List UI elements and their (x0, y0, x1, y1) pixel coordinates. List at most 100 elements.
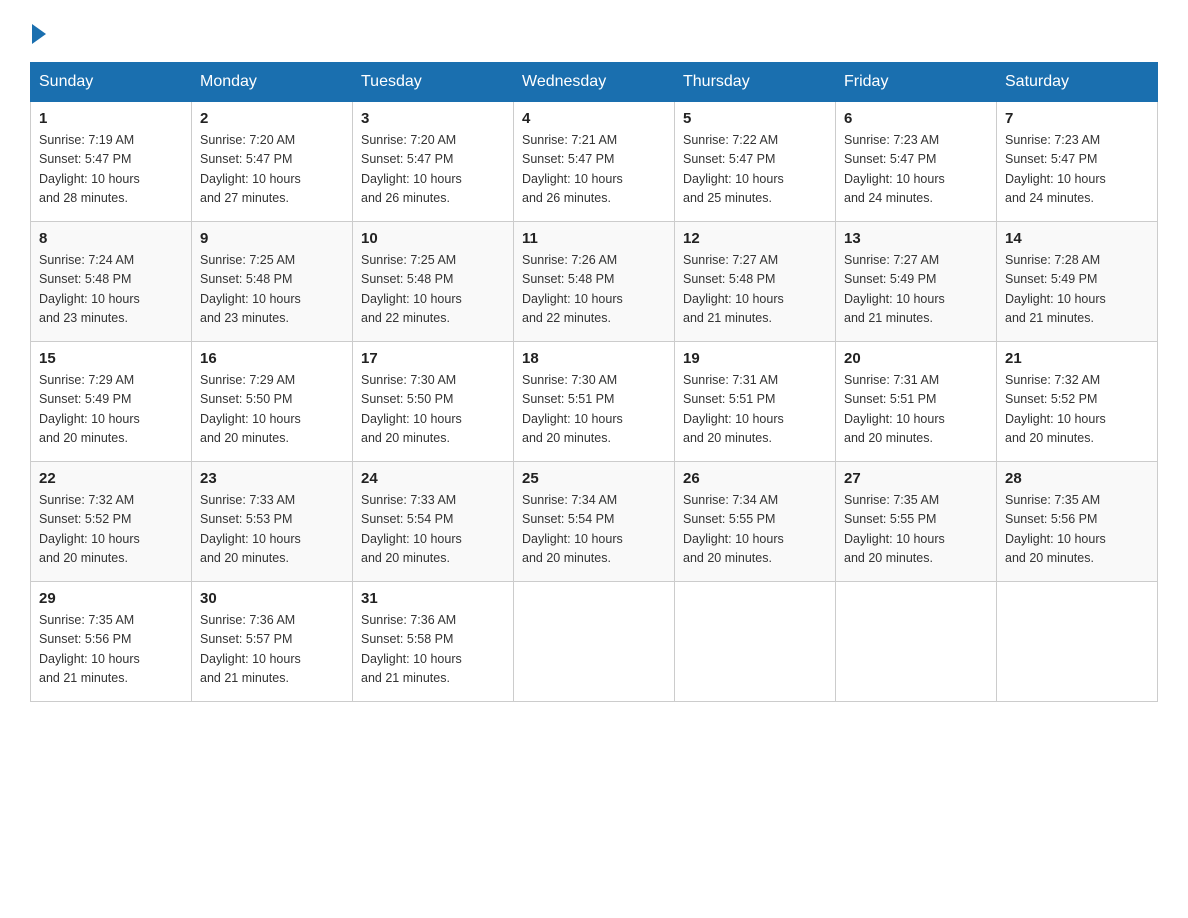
calendar-cell: 20Sunrise: 7:31 AMSunset: 5:51 PMDayligh… (836, 342, 997, 462)
calendar-cell: 19 Sunrise: 7:31 AMSunset: 5:51 PMDayligh… (675, 342, 836, 462)
calendar-cell: 12 Sunrise: 7:27 AMSunset: 5:48 PMDayligh… (675, 222, 836, 342)
day-number: 22 (39, 470, 183, 487)
day-number: 15 (39, 350, 183, 367)
calendar-table: SundayMondayTuesdayWednesdayThursdayFrid… (30, 62, 1158, 702)
calendar-cell: 5 Sunrise: 7:22 AMSunset: 5:47 PMDaylight… (675, 102, 836, 222)
header-sunday: Sunday (31, 63, 192, 102)
day-number: 19 (683, 350, 827, 367)
day-info: Sunrise: 7:36 AMSunset: 5:58 PMDaylight:… (361, 613, 462, 685)
calendar-cell: 6 Sunrise: 7:23 AMSunset: 5:47 PMDaylight… (836, 102, 997, 222)
day-info: Sunrise: 7:26 AMSunset: 5:48 PMDaylight:… (522, 253, 623, 325)
calendar-cell: 25 Sunrise: 7:34 AMSunset: 5:54 PMDayligh… (514, 462, 675, 582)
day-info: Sunrise: 7:30 AMSunset: 5:51 PMDaylight:… (522, 373, 623, 445)
calendar-cell (997, 582, 1158, 702)
day-info: Sunrise: 7:34 AMSunset: 5:55 PMDaylight:… (683, 493, 784, 565)
day-info: Sunrise: 7:34 AMSunset: 5:54 PMDaylight:… (522, 493, 623, 565)
calendar-cell: 22 Sunrise: 7:32 AMSunset: 5:52 PMDayligh… (31, 462, 192, 582)
calendar-cell: 9Sunrise: 7:25 AMSunset: 5:48 PMDaylight… (192, 222, 353, 342)
day-number: 14 (1005, 230, 1149, 247)
day-info: Sunrise: 7:30 AMSunset: 5:50 PMDaylight:… (361, 373, 462, 445)
calendar-cell: 10 Sunrise: 7:25 AMSunset: 5:48 PMDayligh… (353, 222, 514, 342)
day-number: 2 (200, 110, 344, 127)
day-info: Sunrise: 7:25 AMSunset: 5:48 PMDaylight:… (361, 253, 462, 325)
day-info: Sunrise: 7:22 AMSunset: 5:47 PMDaylight:… (683, 133, 784, 205)
day-number: 28 (1005, 470, 1149, 487)
calendar-cell: 23Sunrise: 7:33 AMSunset: 5:53 PMDayligh… (192, 462, 353, 582)
calendar-cell: 3Sunrise: 7:20 AMSunset: 5:47 PMDaylight… (353, 102, 514, 222)
day-info: Sunrise: 7:29 AMSunset: 5:49 PMDaylight:… (39, 373, 140, 445)
calendar-cell: 13Sunrise: 7:27 AMSunset: 5:49 PMDayligh… (836, 222, 997, 342)
calendar-cell: 15 Sunrise: 7:29 AMSunset: 5:49 PMDayligh… (31, 342, 192, 462)
day-number: 29 (39, 590, 183, 607)
calendar-cell: 18Sunrise: 7:30 AMSunset: 5:51 PMDayligh… (514, 342, 675, 462)
calendar-cell: 21 Sunrise: 7:32 AMSunset: 5:52 PMDayligh… (997, 342, 1158, 462)
day-info: Sunrise: 7:25 AMSunset: 5:48 PMDaylight:… (200, 253, 301, 325)
logo (30, 20, 46, 44)
day-info: Sunrise: 7:24 AMSunset: 5:48 PMDaylight:… (39, 253, 140, 325)
header-saturday: Saturday (997, 63, 1158, 102)
calendar-cell: 28 Sunrise: 7:35 AMSunset: 5:56 PMDayligh… (997, 462, 1158, 582)
calendar-cell: 14 Sunrise: 7:28 AMSunset: 5:49 PMDayligh… (997, 222, 1158, 342)
day-number: 13 (844, 230, 988, 247)
calendar-cell: 1Sunrise: 7:19 AMSunset: 5:47 PMDaylight… (31, 102, 192, 222)
day-info: Sunrise: 7:35 AMSunset: 5:56 PMDaylight:… (1005, 493, 1106, 565)
day-info: Sunrise: 7:19 AMSunset: 5:47 PMDaylight:… (39, 133, 140, 205)
header-monday: Monday (192, 63, 353, 102)
day-number: 7 (1005, 110, 1149, 127)
calendar-cell: 2Sunrise: 7:20 AMSunset: 5:47 PMDaylight… (192, 102, 353, 222)
calendar-cell: 17 Sunrise: 7:30 AMSunset: 5:50 PMDayligh… (353, 342, 514, 462)
day-number: 17 (361, 350, 505, 367)
day-number: 4 (522, 110, 666, 127)
day-number: 25 (522, 470, 666, 487)
header-wednesday: Wednesday (514, 63, 675, 102)
day-number: 31 (361, 590, 505, 607)
day-info: Sunrise: 7:33 AMSunset: 5:54 PMDaylight:… (361, 493, 462, 565)
calendar-cell: 4 Sunrise: 7:21 AMSunset: 5:47 PMDaylight… (514, 102, 675, 222)
calendar-cell: 16 Sunrise: 7:29 AMSunset: 5:50 PMDayligh… (192, 342, 353, 462)
day-info: Sunrise: 7:35 AMSunset: 5:55 PMDaylight:… (844, 493, 945, 565)
day-number: 5 (683, 110, 827, 127)
day-info: Sunrise: 7:32 AMSunset: 5:52 PMDaylight:… (39, 493, 140, 565)
day-number: 26 (683, 470, 827, 487)
header-tuesday: Tuesday (353, 63, 514, 102)
calendar-cell (514, 582, 675, 702)
day-info: Sunrise: 7:29 AMSunset: 5:50 PMDaylight:… (200, 373, 301, 445)
day-info: Sunrise: 7:20 AMSunset: 5:47 PMDaylight:… (361, 133, 462, 205)
day-number: 21 (1005, 350, 1149, 367)
calendar-cell: 31 Sunrise: 7:36 AMSunset: 5:58 PMDayligh… (353, 582, 514, 702)
day-number: 24 (361, 470, 505, 487)
day-info: Sunrise: 7:23 AMSunset: 5:47 PMDaylight:… (1005, 133, 1106, 205)
day-number: 10 (361, 230, 505, 247)
day-info: Sunrise: 7:32 AMSunset: 5:52 PMDaylight:… (1005, 373, 1106, 445)
calendar-cell: 8 Sunrise: 7:24 AMSunset: 5:48 PMDaylight… (31, 222, 192, 342)
calendar-week-row: 1Sunrise: 7:19 AMSunset: 5:47 PMDaylight… (31, 102, 1158, 222)
day-info: Sunrise: 7:21 AMSunset: 5:47 PMDaylight:… (522, 133, 623, 205)
day-info: Sunrise: 7:31 AMSunset: 5:51 PMDaylight:… (683, 373, 784, 445)
day-number: 12 (683, 230, 827, 247)
day-info: Sunrise: 7:36 AMSunset: 5:57 PMDaylight:… (200, 613, 301, 685)
day-info: Sunrise: 7:35 AMSunset: 5:56 PMDaylight:… (39, 613, 140, 685)
calendar-week-row: 22 Sunrise: 7:32 AMSunset: 5:52 PMDayligh… (31, 462, 1158, 582)
calendar-header-row: SundayMondayTuesdayWednesdayThursdayFrid… (31, 63, 1158, 102)
day-info: Sunrise: 7:28 AMSunset: 5:49 PMDaylight:… (1005, 253, 1106, 325)
calendar-cell (675, 582, 836, 702)
header-thursday: Thursday (675, 63, 836, 102)
day-info: Sunrise: 7:33 AMSunset: 5:53 PMDaylight:… (200, 493, 301, 565)
calendar-cell: 27 Sunrise: 7:35 AMSunset: 5:55 PMDayligh… (836, 462, 997, 582)
day-info: Sunrise: 7:27 AMSunset: 5:48 PMDaylight:… (683, 253, 784, 325)
calendar-week-row: 29 Sunrise: 7:35 AMSunset: 5:56 PMDayligh… (31, 582, 1158, 702)
day-number: 16 (200, 350, 344, 367)
calendar-cell: 30Sunrise: 7:36 AMSunset: 5:57 PMDayligh… (192, 582, 353, 702)
calendar-cell: 26 Sunrise: 7:34 AMSunset: 5:55 PMDayligh… (675, 462, 836, 582)
calendar-cell: 24 Sunrise: 7:33 AMSunset: 5:54 PMDayligh… (353, 462, 514, 582)
logo-arrow-icon (32, 24, 46, 44)
day-info: Sunrise: 7:23 AMSunset: 5:47 PMDaylight:… (844, 133, 945, 205)
calendar-week-row: 15 Sunrise: 7:29 AMSunset: 5:49 PMDayligh… (31, 342, 1158, 462)
header-friday: Friday (836, 63, 997, 102)
day-number: 27 (844, 470, 988, 487)
day-info: Sunrise: 7:31 AMSunset: 5:51 PMDaylight:… (844, 373, 945, 445)
day-number: 8 (39, 230, 183, 247)
day-number: 6 (844, 110, 988, 127)
day-number: 11 (522, 230, 666, 247)
calendar-cell: 29 Sunrise: 7:35 AMSunset: 5:56 PMDayligh… (31, 582, 192, 702)
